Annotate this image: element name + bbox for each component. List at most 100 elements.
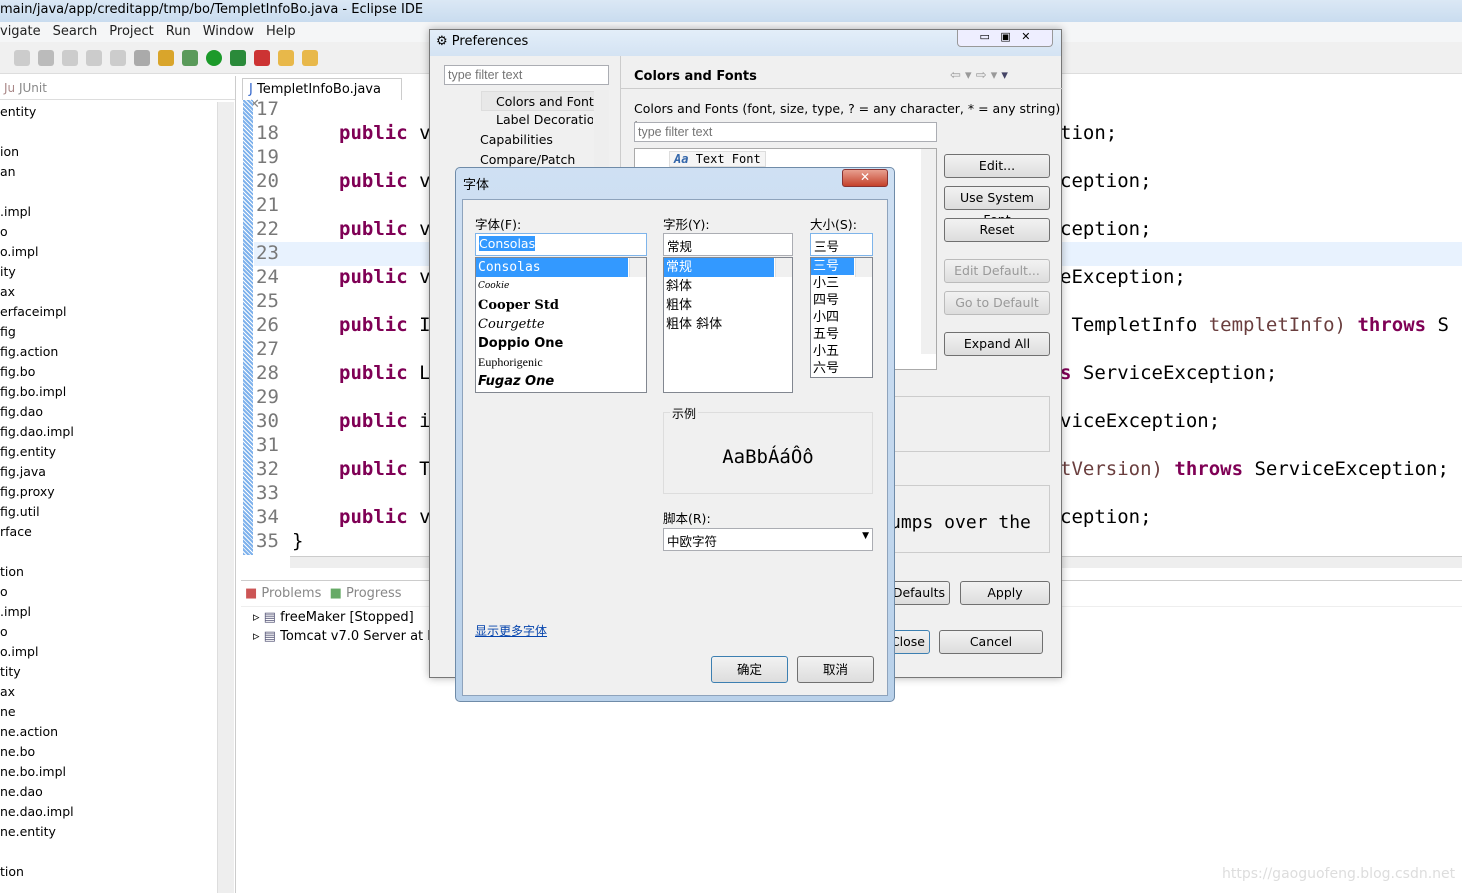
cancel-button[interactable]: Cancel [939, 630, 1043, 654]
package-item[interactable]: entity [0, 102, 235, 122]
open-folder-icon[interactable] [278, 50, 294, 66]
package-item[interactable]: ne.dao.impl [0, 802, 235, 822]
package-item[interactable]: rface [0, 522, 235, 542]
package-item[interactable]: erfaceimpl [0, 302, 235, 322]
package-item[interactable] [0, 542, 235, 562]
size-option[interactable]: 小五 [811, 343, 872, 360]
package-item[interactable]: ax [0, 682, 235, 702]
font-option[interactable]: Euphorigenic [476, 353, 646, 372]
font-list-scrollbar[interactable] [629, 258, 646, 277]
font-option[interactable]: Cooper Std [476, 296, 646, 315]
maximize-icon[interactable]: ▣ [1000, 30, 1010, 43]
font-name-input[interactable]: Consolas [475, 233, 647, 256]
fonts-filter-input[interactable] [634, 122, 937, 142]
package-item[interactable]: fig.action [0, 342, 235, 362]
package-item[interactable]: ne.bo.impl [0, 762, 235, 782]
step-icon[interactable] [62, 50, 78, 66]
tree-item-text-font[interactable]: Aa Text Font [669, 151, 766, 167]
expand-all-button[interactable]: Expand All [944, 332, 1050, 356]
tree-scrollbar[interactable] [217, 102, 234, 893]
menu-window[interactable]: Window [203, 24, 254, 39]
font-size-input[interactable]: 三号 [810, 233, 873, 256]
step-over-icon[interactable] [86, 50, 102, 66]
menu-search[interactable]: Search [53, 24, 98, 39]
run-icon[interactable] [206, 50, 222, 66]
style-option[interactable]: 粗体 斜体 [664, 315, 792, 334]
view-menu-icon[interactable]: ▾ [1001, 68, 1008, 83]
run-server-icon[interactable] [230, 50, 246, 66]
package-item[interactable]: ne.bo [0, 742, 235, 762]
close-icon[interactable]: ✕ [1021, 30, 1030, 43]
tree-item-compare-patch[interactable]: Compare/Patch [480, 152, 575, 167]
package-item[interactable]: fig.util [0, 502, 235, 522]
menu-help[interactable]: Help [266, 24, 296, 39]
package-item[interactable]: ax [0, 282, 235, 302]
size-option[interactable]: 小四 [811, 309, 872, 326]
ok-button[interactable]: 确定 [711, 656, 788, 683]
package-item[interactable]: ne.entity [0, 822, 235, 842]
package-item[interactable]: fig.dao [0, 402, 235, 422]
fonts-tree-scrollbar[interactable] [921, 149, 936, 354]
font-style-input[interactable]: 常规 [663, 233, 793, 256]
reset-button[interactable]: Reset [944, 218, 1050, 242]
open-file-icon[interactable] [302, 50, 318, 66]
tree-item-label-decorations[interactable]: Label Decoration [496, 112, 593, 127]
size-option[interactable]: 四号 [811, 292, 872, 309]
package-item[interactable]: ne.dao [0, 782, 235, 802]
package-item[interactable]: fig.bo [0, 362, 235, 382]
edit-button[interactable]: Edit... [944, 154, 1050, 178]
step-return-icon[interactable] [110, 50, 126, 66]
suspend-icon[interactable] [14, 50, 30, 66]
package-item[interactable]: .impl [0, 602, 235, 622]
package-item[interactable]: o [0, 582, 235, 602]
back-icon[interactable]: ⇦ ▾ [950, 68, 972, 83]
external-tools-icon[interactable] [254, 50, 270, 66]
script-select[interactable]: 中欧字符 ▼ [663, 528, 873, 551]
font-option[interactable]: Fugaz One [476, 372, 646, 391]
tree-item-colors-and-fonts[interactable]: Colors and Fonts [481, 91, 596, 111]
minimize-icon[interactable]: ▭ [979, 30, 989, 43]
use-step-filters-icon[interactable] [158, 50, 174, 66]
style-list-scrollbar[interactable] [775, 258, 792, 277]
package-item[interactable]: o [0, 222, 235, 242]
size-option[interactable]: 五号 [811, 326, 872, 343]
use-system-font-button[interactable]: Use System Font [944, 186, 1050, 227]
package-item[interactable]: ne [0, 702, 235, 722]
font-option[interactable]: Doppio One [476, 334, 646, 353]
edit-default-button[interactable]: Edit Default... [944, 259, 1050, 283]
style-option[interactable]: 斜体 [664, 277, 792, 296]
tree-item-capabilities[interactable]: Capabilities [480, 132, 553, 147]
package-item[interactable]: an [0, 162, 235, 182]
font-dialog-close-icon[interactable]: ✕ [842, 169, 888, 187]
package-item[interactable] [0, 182, 235, 202]
font-option[interactable]: Courgette [476, 315, 646, 334]
font-option[interactable]: Cookie [476, 277, 646, 296]
forward-icon[interactable]: ⇨ ▾ [976, 68, 998, 83]
go-to-default-button[interactable]: Go to Default [944, 291, 1050, 315]
package-item[interactable]: tion [0, 862, 235, 882]
size-option[interactable]: 三号 [811, 258, 854, 275]
editor-tab[interactable]: J TempletInfoBo.java ✕ [242, 78, 402, 112]
size-list-scrollbar[interactable] [855, 258, 872, 277]
package-item[interactable]: fig.proxy [0, 482, 235, 502]
style-option[interactable]: 常规 [664, 258, 774, 277]
debug-icon[interactable] [182, 50, 198, 66]
progress-tab[interactable]: ■ Progress [330, 586, 402, 601]
package-item[interactable]: tion [0, 562, 235, 582]
problems-tab[interactable]: ■ Problems [245, 586, 321, 601]
junit-tab[interactable]: Ju JUnit [0, 76, 235, 100]
package-item[interactable]: .impl [0, 202, 235, 222]
font-option[interactable]: Consolas [476, 258, 628, 277]
size-option[interactable]: 六号 [811, 360, 872, 377]
package-item[interactable]: fig.bo.impl [0, 382, 235, 402]
style-option[interactable]: 粗体 [664, 296, 792, 315]
menu-project[interactable]: Project [109, 24, 153, 39]
toggle-icon[interactable] [134, 50, 150, 66]
package-item[interactable]: o.impl [0, 642, 235, 662]
package-item[interactable]: ne.action [0, 722, 235, 742]
package-item[interactable]: o.impl [0, 242, 235, 262]
apply-button[interactable]: Apply [960, 581, 1050, 605]
menu-run[interactable]: Run [166, 24, 191, 39]
preferences-filter-input[interactable] [444, 65, 609, 85]
package-item[interactable]: ity [0, 262, 235, 282]
